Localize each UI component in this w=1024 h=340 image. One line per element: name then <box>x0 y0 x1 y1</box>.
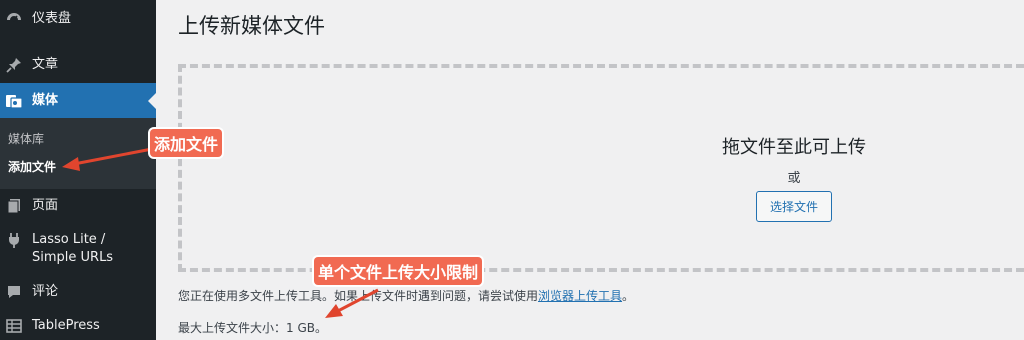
page-title: 上传新媒体文件 <box>178 14 325 38</box>
sidebar-item-lasso[interactable]: Lasso Lite / Simple URLs <box>0 229 156 269</box>
sidebar-item-label: 页面 <box>32 198 59 213</box>
sidebar-item-posts[interactable]: 文章 <box>0 55 156 75</box>
comment-icon <box>5 283 23 301</box>
upload-dropzone[interactable]: 拖文件至此可上传 或 选择文件 <box>178 64 1024 272</box>
admin-sidebar: 仪表盘 文章 媒体 媒体库 添加文件 页面 Lasso Lite / Simpl… <box>0 0 156 340</box>
notice-suffix: 。 <box>622 289 635 303</box>
submenu-item-add-file[interactable]: 添加文件 <box>8 158 56 175</box>
browser-uploader-link[interactable]: 浏览器上传工具 <box>538 289 622 303</box>
dropzone-or-text: 或 <box>787 171 801 186</box>
max-upload-size: 最大上传文件大小：1 GB。 <box>178 321 327 335</box>
sidebar-item-label: 仪表盘 <box>32 11 72 26</box>
sidebar-item-tablepress[interactable]: TablePress <box>0 316 156 336</box>
sidebar-item-comments[interactable]: 评论 <box>0 282 156 302</box>
callout-size-limit: 单个文件上传大小限制 <box>314 257 483 285</box>
sidebar-item-dashboard[interactable]: 仪表盘 <box>0 9 156 29</box>
sidebar-item-label: 评论 <box>32 284 59 299</box>
sidebar-item-label: TablePress <box>32 318 100 333</box>
sidebar-item-label: 媒体 <box>32 92 59 108</box>
sidebar-item-label: 文章 <box>32 57 59 72</box>
sidebar-item-label: Lasso Lite / Simple URLs <box>32 232 114 265</box>
sidebar-item-pages[interactable]: 页面 <box>0 196 156 216</box>
table-icon <box>5 317 23 335</box>
plug-icon <box>5 231 23 249</box>
sidebar-item-media[interactable]: 媒体 <box>0 83 156 118</box>
dashboard-icon <box>5 10 23 28</box>
notice-text: 您正在使用多文件上传工具。如果上传文件时遇到问题，请尝试使用 <box>178 289 539 303</box>
page-icon <box>5 197 23 215</box>
media-icon <box>5 92 23 110</box>
dropzone-title-text: 拖文件至此可上传 <box>722 137 866 158</box>
pin-icon <box>5 56 23 74</box>
active-indicator <box>148 92 156 109</box>
select-files-button[interactable]: 选择文件 <box>756 191 832 222</box>
callout-add-file: 添加文件 <box>150 129 223 157</box>
submenu-item-library[interactable]: 媒体库 <box>8 130 44 147</box>
uploader-notice: 您正在使用多文件上传工具。如果上传文件时遇到问题，请尝试使用浏览器上传工具。 <box>178 287 634 304</box>
media-submenu: 媒体库 添加文件 <box>0 118 156 189</box>
